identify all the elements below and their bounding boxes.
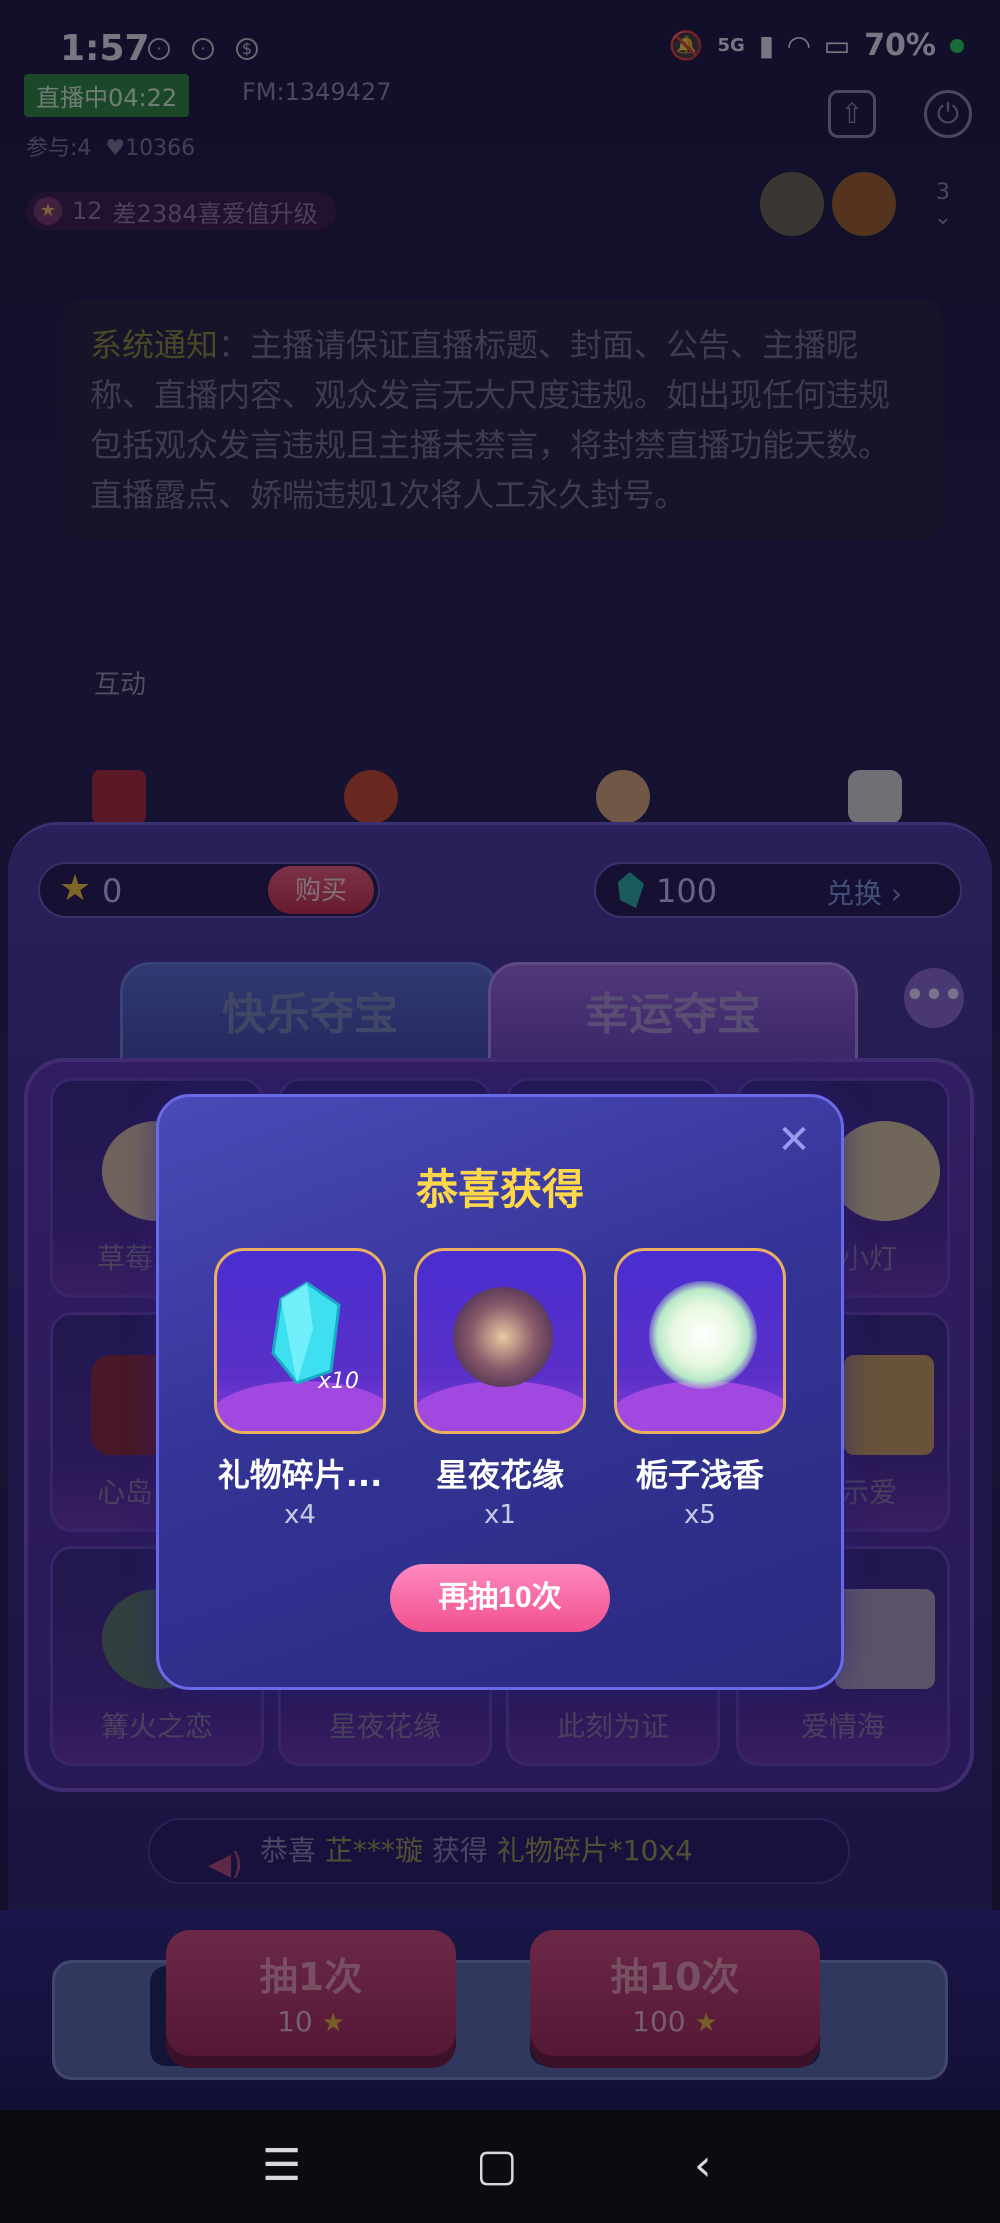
prize-name: 星夜花缘	[435, 1456, 564, 1494]
prize-name: 栀子浅香	[635, 1456, 764, 1494]
prize-card: x10	[214, 1248, 386, 1434]
prize-quantity: x5	[684, 1500, 716, 1530]
redraw-ten-button[interactable]: 再抽10次	[390, 1564, 610, 1632]
prize-quantity: x1	[484, 1500, 516, 1530]
gardenia-image	[649, 1281, 757, 1389]
card-floor	[417, 1381, 583, 1431]
prize-card	[414, 1248, 586, 1434]
modal-overlay[interactable]	[0, 0, 1000, 2110]
back-icon[interactable]: ‹	[694, 2140, 712, 2191]
prize-badge: x10	[317, 1369, 359, 1394]
prize-name: 礼物碎片...	[217, 1456, 383, 1494]
prize-card	[614, 1248, 786, 1434]
menu-icon[interactable]: ☰	[262, 2140, 301, 2191]
modal-title: 恭喜获得	[415, 1165, 584, 1214]
prize-quantity: x4	[284, 1500, 316, 1530]
couple-image	[453, 1287, 553, 1387]
home-icon[interactable]: ▢	[476, 2140, 518, 2191]
